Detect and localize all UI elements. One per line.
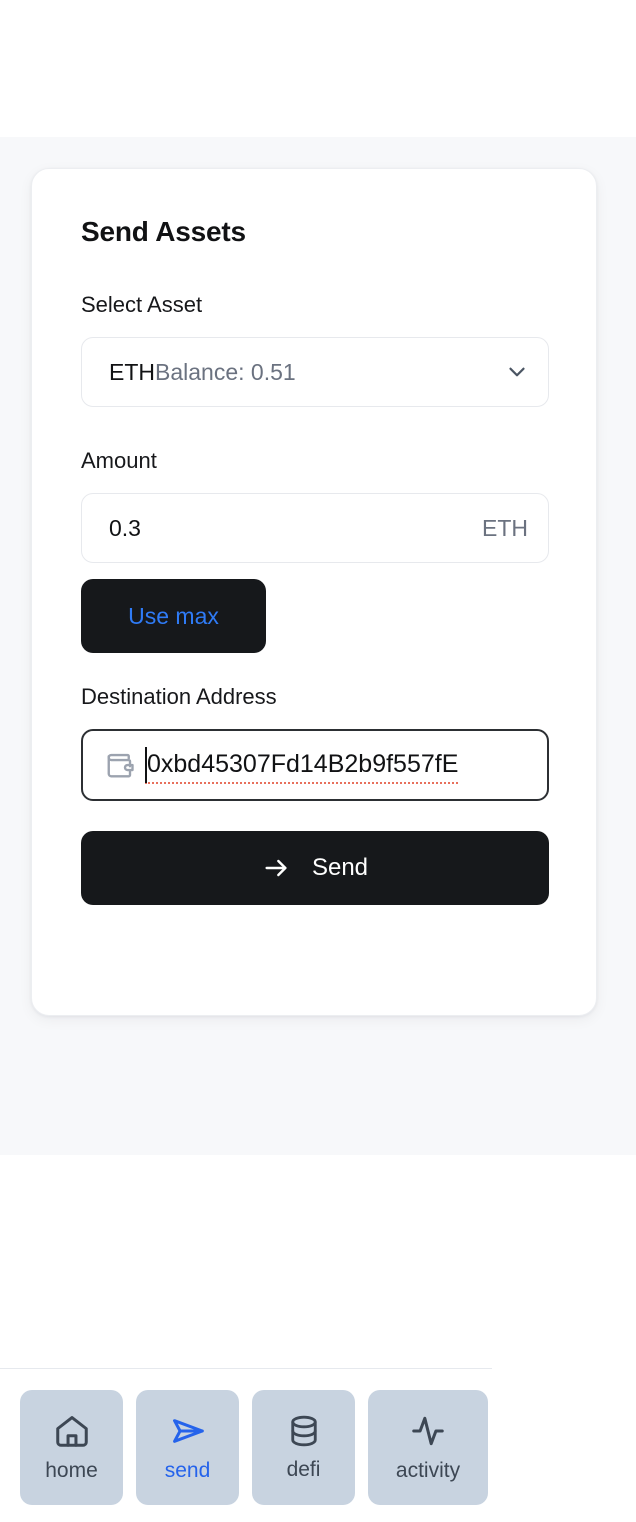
nav-label-defi: defi: [286, 1458, 321, 1481]
text-caret: [145, 747, 147, 783]
send-button-label: Send: [311, 854, 369, 881]
wallet-app: Send Assets Select Asset ETHBalance: 0.5…: [0, 0, 636, 1522]
page-title: Send Assets: [81, 216, 246, 247]
nav-item-activity[interactable]: activity: [368, 1390, 488, 1505]
select-asset-label: Select Asset: [81, 292, 203, 317]
arrow-right-icon: [262, 854, 290, 882]
amount-label: Amount: [81, 448, 157, 473]
destination-text-wrapper: 0xbd45307Fd14B2b9f557fE: [145, 743, 533, 787]
asset-symbol: ETH: [109, 359, 155, 385]
activity-pulse-icon: [409, 1412, 447, 1450]
send-assets-card: Send Assets Select Asset ETHBalance: 0.5…: [31, 168, 597, 1016]
nav-label-home: home: [45, 1459, 98, 1482]
nav-divider: [0, 1368, 492, 1369]
chevron-down-icon: [504, 359, 530, 385]
asset-balance: Balance: 0.51: [155, 359, 296, 385]
nav-item-defi[interactable]: defi: [252, 1390, 355, 1505]
amount-input[interactable]: 0.3 ETH: [81, 493, 549, 563]
wallet-icon: [105, 750, 135, 780]
destination-address-label: Destination Address: [81, 684, 277, 709]
use-max-button[interactable]: Use max: [81, 579, 266, 653]
destination-address-value: 0xbd45307Fd14B2b9f557fE: [145, 747, 459, 784]
bottom-navigation: home send defi activity: [20, 1390, 488, 1505]
home-icon: [53, 1412, 91, 1450]
send-assets-form: Send Assets Select Asset ETHBalance: 0.5…: [81, 215, 549, 905]
database-icon: [286, 1413, 322, 1449]
asset-select-value: ETHBalance: 0.51: [109, 358, 296, 386]
destination-address-input[interactable]: 0xbd45307Fd14B2b9f557fE: [81, 729, 549, 801]
asset-select[interactable]: ETHBalance: 0.51: [81, 337, 549, 407]
paper-plane-icon: [169, 1412, 207, 1450]
amount-value: 0.3: [109, 515, 141, 541]
nav-label-activity: activity: [395, 1459, 461, 1482]
nav-item-home[interactable]: home: [20, 1390, 123, 1505]
send-button[interactable]: Send: [81, 831, 549, 905]
amount-unit: ETH: [482, 515, 528, 541]
nav-item-send[interactable]: send: [136, 1390, 239, 1505]
nav-label-send: send: [164, 1459, 211, 1482]
